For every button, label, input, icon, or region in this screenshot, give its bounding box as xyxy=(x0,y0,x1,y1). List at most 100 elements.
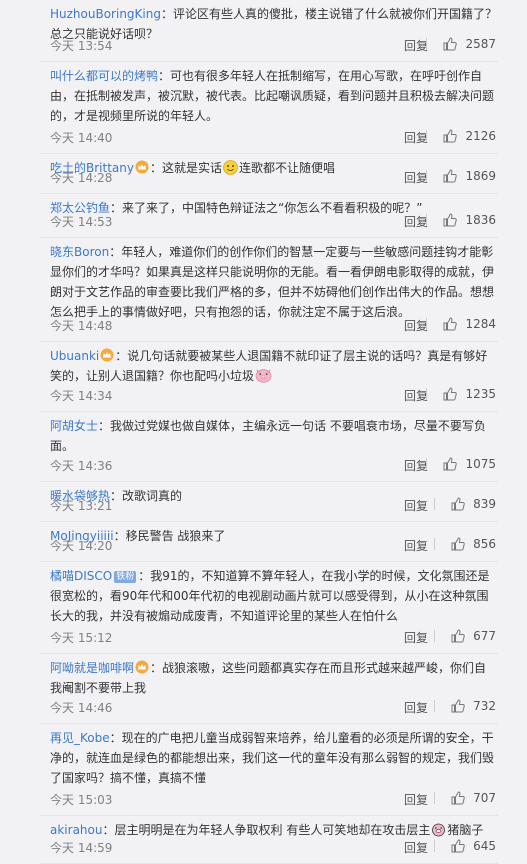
comment-item: 橘喵DISCO 铁粉 ：我91的，不知道算不算年轻人，在我小学的时候，文化氛围还是很… xyxy=(40,562,498,654)
comment-time: 今天 14:20 xyxy=(50,539,113,553)
comment-colon: ： xyxy=(109,731,122,745)
like-button[interactable]: 1836 xyxy=(426,213,496,227)
reply-button[interactable]: 回复 xyxy=(404,37,428,54)
thumbs-up-icon xyxy=(451,537,465,551)
like-button[interactable]: 1235 xyxy=(426,387,496,401)
comment-text: 叫什么都可以的烤鸭：可也有很多年轻人在抵制缩写，在用心写歌，在呼吁创作自由，在抵… xyxy=(50,62,498,126)
comment-username[interactable]: HuzhouBoringKing xyxy=(50,7,161,21)
comment-body: 我做过党媒也做自媒体，主编永远一句话 不要唱衰市场，尽量不要写负面。 xyxy=(50,419,486,453)
comment-item: 郑太公钓鱼：来了来了，中国特色辩证法之“你怎么不看看积极的呢？” 今天 14:53… xyxy=(40,194,498,238)
right-gutter xyxy=(498,0,527,864)
reply-button[interactable]: 回复 xyxy=(404,213,428,230)
divider xyxy=(426,170,428,182)
comment-colon: ： xyxy=(98,419,111,433)
comment-username[interactable]: akirahou xyxy=(50,823,102,837)
like-button[interactable]: 839 xyxy=(434,497,496,511)
comment-item: 叫什么都可以的烤鸭：可也有很多年轻人在抵制缩写，在用心写歌，在呼吁创作自由，在抵… xyxy=(40,62,498,154)
like-count: 1284 xyxy=(465,317,496,331)
comment-item: 阿胡女士：我做过党媒也做自媒体，主编永远一句话 不要唱衰市场，尽量不要写负面。今… xyxy=(40,412,498,482)
divider xyxy=(426,458,428,470)
comment-username[interactable]: 橘喵DISCO xyxy=(50,569,112,583)
like-button[interactable]: 645 xyxy=(434,839,496,853)
comment-item: 暖水袋够热：改歌词真的 今天 13:21 回复 839 xyxy=(40,482,498,522)
comment-body-continued: 猪脑子 xyxy=(447,823,484,837)
like-count: 839 xyxy=(473,497,496,511)
reply-button[interactable]: 回复 xyxy=(404,537,428,554)
comment-time: 今天 14:48 xyxy=(50,319,113,333)
reply-button[interactable]: 回复 xyxy=(404,791,428,808)
comment-body: 层主明明是在为年轻人争取权利 有些人可笑地却在攻击层主 xyxy=(114,823,431,837)
like-count: 1075 xyxy=(465,457,496,471)
like-button[interactable]: 856 xyxy=(434,537,496,551)
comment-colon: ： xyxy=(102,823,115,837)
crown-badge-icon xyxy=(135,660,149,674)
comment-item: HuzhouBoringKing：评论区有些人真的傻批，楼主说错了什么就被你们开… xyxy=(40,0,498,62)
like-button[interactable]: 1075 xyxy=(426,457,496,471)
comment-time: 今天 14:59 xyxy=(50,841,113,855)
comment-text: 橘喵DISCO 铁粉 ：我91的，不知道算不算年轻人，在我小学的时候，文化氛围还是很… xyxy=(50,562,498,626)
like-button[interactable]: 1869 xyxy=(426,169,496,183)
comment-meta: 今天 15:12 回复 677 xyxy=(50,627,498,649)
like-button[interactable]: 2126 xyxy=(426,129,496,143)
comment-username[interactable]: Ubuanki xyxy=(50,349,99,363)
thumbs-up-icon xyxy=(443,129,458,143)
comment-username[interactable]: 晓东Boron xyxy=(50,245,109,259)
like-button[interactable]: 2587 xyxy=(426,37,496,51)
thumbs-up-icon xyxy=(451,699,465,713)
comment-username[interactable]: 叫什么都可以的烤鸭 xyxy=(50,69,158,83)
reply-button[interactable]: 回复 xyxy=(404,169,428,186)
divider xyxy=(426,318,428,330)
thumbs-up-icon xyxy=(443,169,458,183)
thumbs-up-icon xyxy=(451,629,465,643)
thumbs-up-icon xyxy=(443,387,458,401)
comment-username[interactable]: 再见_Kobe xyxy=(50,731,110,745)
like-button[interactable]: 707 xyxy=(434,791,496,805)
reply-button[interactable]: 回复 xyxy=(404,317,428,334)
like-button[interactable]: 677 xyxy=(434,629,496,643)
reply-button[interactable]: 回复 xyxy=(404,387,428,404)
comment-item: 吃土的Brittany ：这就是实话 连歌都不让随便唱 今天 14:28 回复 1869 xyxy=(40,154,498,194)
thumbs-up-icon xyxy=(443,317,458,331)
comment-time: 今天 14:46 xyxy=(50,701,113,715)
reply-button[interactable]: 回复 xyxy=(404,839,428,856)
comment-text: Ubuanki ：说几句话就要被某些人退国籍不就印证了层主说的话吗？真是有够好笑的… xyxy=(50,342,498,386)
reply-button[interactable]: 回复 xyxy=(404,129,428,146)
like-count: 2587 xyxy=(465,37,496,51)
comment-meta: 今天 14:46 回复 732 xyxy=(50,697,498,719)
pig-emoji-icon xyxy=(255,368,272,383)
comment-item: 晓东Boron：年轻人，难道你们的创作你们的智慧一定要与一些敏感问题挂钩才能彰显… xyxy=(40,238,498,342)
comment-meta: 今天 14:48 回复 1284 xyxy=(50,315,498,337)
fan-tag: 铁粉 xyxy=(114,571,137,583)
comment-text: 阿呦就是咖啡啊 ：战狼滚嗷，这些问题都真实存在而且形式越来越严峻，你们自我阉割不要… xyxy=(50,654,498,698)
comment-time: 今天 14:36 xyxy=(50,459,113,473)
comment-username[interactable]: 阿胡女士 xyxy=(50,419,98,433)
comment-colon: ： xyxy=(150,661,163,675)
comment-meta: 今天 13:21 回复 839 xyxy=(50,495,498,517)
like-count: 732 xyxy=(473,699,496,713)
comment-item: MoJingyiiiii：移民警告 战狼来了 今天 14:20 回复 856 xyxy=(40,522,498,562)
divider xyxy=(426,130,428,142)
divider xyxy=(434,538,436,550)
reply-button[interactable]: 回复 xyxy=(404,497,428,514)
comment-meta: 今天 14:36 回复 1075 xyxy=(50,455,498,477)
comment-meta: 今天 14:28 回复 1869 xyxy=(50,167,498,189)
divider xyxy=(434,840,436,852)
comment-text: 再见_Kobe：现在的广电把儿童当成弱智来培养，给儿童看的必须是所谓的安全，干净… xyxy=(50,724,498,788)
comment-username[interactable]: 阿呦就是咖啡啊 xyxy=(50,661,134,675)
comment-text: 阿胡女士：我做过党媒也做自媒体，主编永远一句话 不要唱衰市场，尽量不要写负面。 xyxy=(50,412,498,456)
reply-button[interactable]: 回复 xyxy=(404,699,428,716)
reply-button[interactable]: 回复 xyxy=(404,457,428,474)
comment-text: 晓东Boron：年轻人，难道你们的创作你们的智慧一定要与一些敏感问题挂钩才能彰显… xyxy=(50,238,498,322)
divider xyxy=(426,388,428,400)
reply-button[interactable]: 回复 xyxy=(404,629,428,646)
comment-list: HuzhouBoringKing：评论区有些人真的傻批，楼主说错了什么就被你们开… xyxy=(40,0,498,864)
like-count: 677 xyxy=(473,629,496,643)
divider xyxy=(434,630,436,642)
comment-meta: 今天 14:20 回复 856 xyxy=(50,535,498,557)
comment-time: 今天 14:34 xyxy=(50,389,113,403)
thumbs-up-icon xyxy=(451,497,465,511)
thumbs-up-icon xyxy=(443,213,458,227)
like-button[interactable]: 1284 xyxy=(426,317,496,331)
like-button[interactable]: 732 xyxy=(434,699,496,713)
comment-time: 今天 15:12 xyxy=(50,631,113,645)
